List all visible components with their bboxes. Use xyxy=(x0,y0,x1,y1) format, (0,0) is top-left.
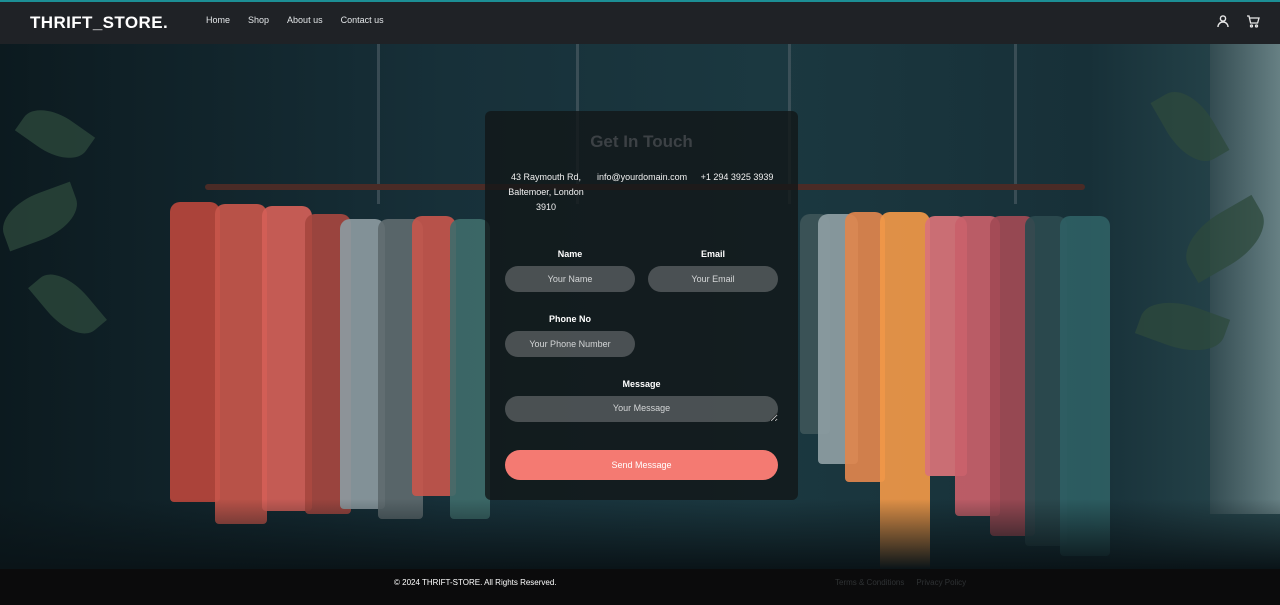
terms-link[interactable]: Terms & Conditions xyxy=(835,578,904,587)
window-light xyxy=(1210,44,1280,514)
contact-email[interactable]: info@yourdomain.com xyxy=(597,170,687,185)
garment xyxy=(170,202,220,502)
top-navbar: THRIFT_STORE. Home Shop About us Contact… xyxy=(0,0,1280,44)
user-icon[interactable] xyxy=(1216,14,1230,28)
plant-leaf xyxy=(0,181,86,252)
contact-card: Get In Touch 43 Raymouth Rd, Baltemoer, … xyxy=(485,111,798,500)
name-input[interactable] xyxy=(505,266,635,292)
nav-link-shop[interactable]: Shop xyxy=(248,15,269,25)
copyright-text: © 2024 THRIFT-STORE. All Rights Reserved… xyxy=(394,578,557,587)
site-footer: © 2024 THRIFT-STORE. All Rights Reserved… xyxy=(0,569,1280,605)
plant-leaf xyxy=(14,97,96,171)
message-label: Message xyxy=(622,379,661,389)
email-label: Email xyxy=(700,249,725,259)
garment xyxy=(845,212,885,482)
privacy-link[interactable]: Privacy Policy xyxy=(916,578,966,587)
contact-address: 43 Raymouth Rd, Baltemoer, London 3910 xyxy=(508,172,584,212)
rack-pole xyxy=(1014,44,1017,204)
header-actions xyxy=(1216,14,1260,28)
email-input[interactable] xyxy=(648,266,778,292)
garment xyxy=(215,204,267,524)
footer-links: Terms & Conditions Privacy Policy xyxy=(835,578,966,587)
send-message-button[interactable]: Send Message xyxy=(505,450,778,480)
floor-shadow xyxy=(0,499,1280,569)
name-label: Name xyxy=(557,249,583,259)
phone-input[interactable] xyxy=(505,331,635,357)
brand-logo[interactable]: THRIFT_STORE. xyxy=(30,13,168,33)
main-nav: Home Shop About us Contact us xyxy=(206,15,402,25)
contact-phone[interactable]: +1 294 3925 3939 xyxy=(697,170,777,185)
nav-link-home[interactable]: Home xyxy=(206,15,230,25)
garment xyxy=(450,219,490,519)
phone-label: Phone No xyxy=(549,314,591,324)
nav-link-contact[interactable]: Contact us xyxy=(341,15,384,25)
plant-leaf xyxy=(28,262,107,346)
cart-icon[interactable] xyxy=(1246,14,1260,28)
contact-title: Get In Touch xyxy=(590,132,693,151)
message-textarea[interactable] xyxy=(505,396,778,422)
rack-pole xyxy=(377,44,380,204)
nav-link-about[interactable]: About us xyxy=(287,15,323,25)
